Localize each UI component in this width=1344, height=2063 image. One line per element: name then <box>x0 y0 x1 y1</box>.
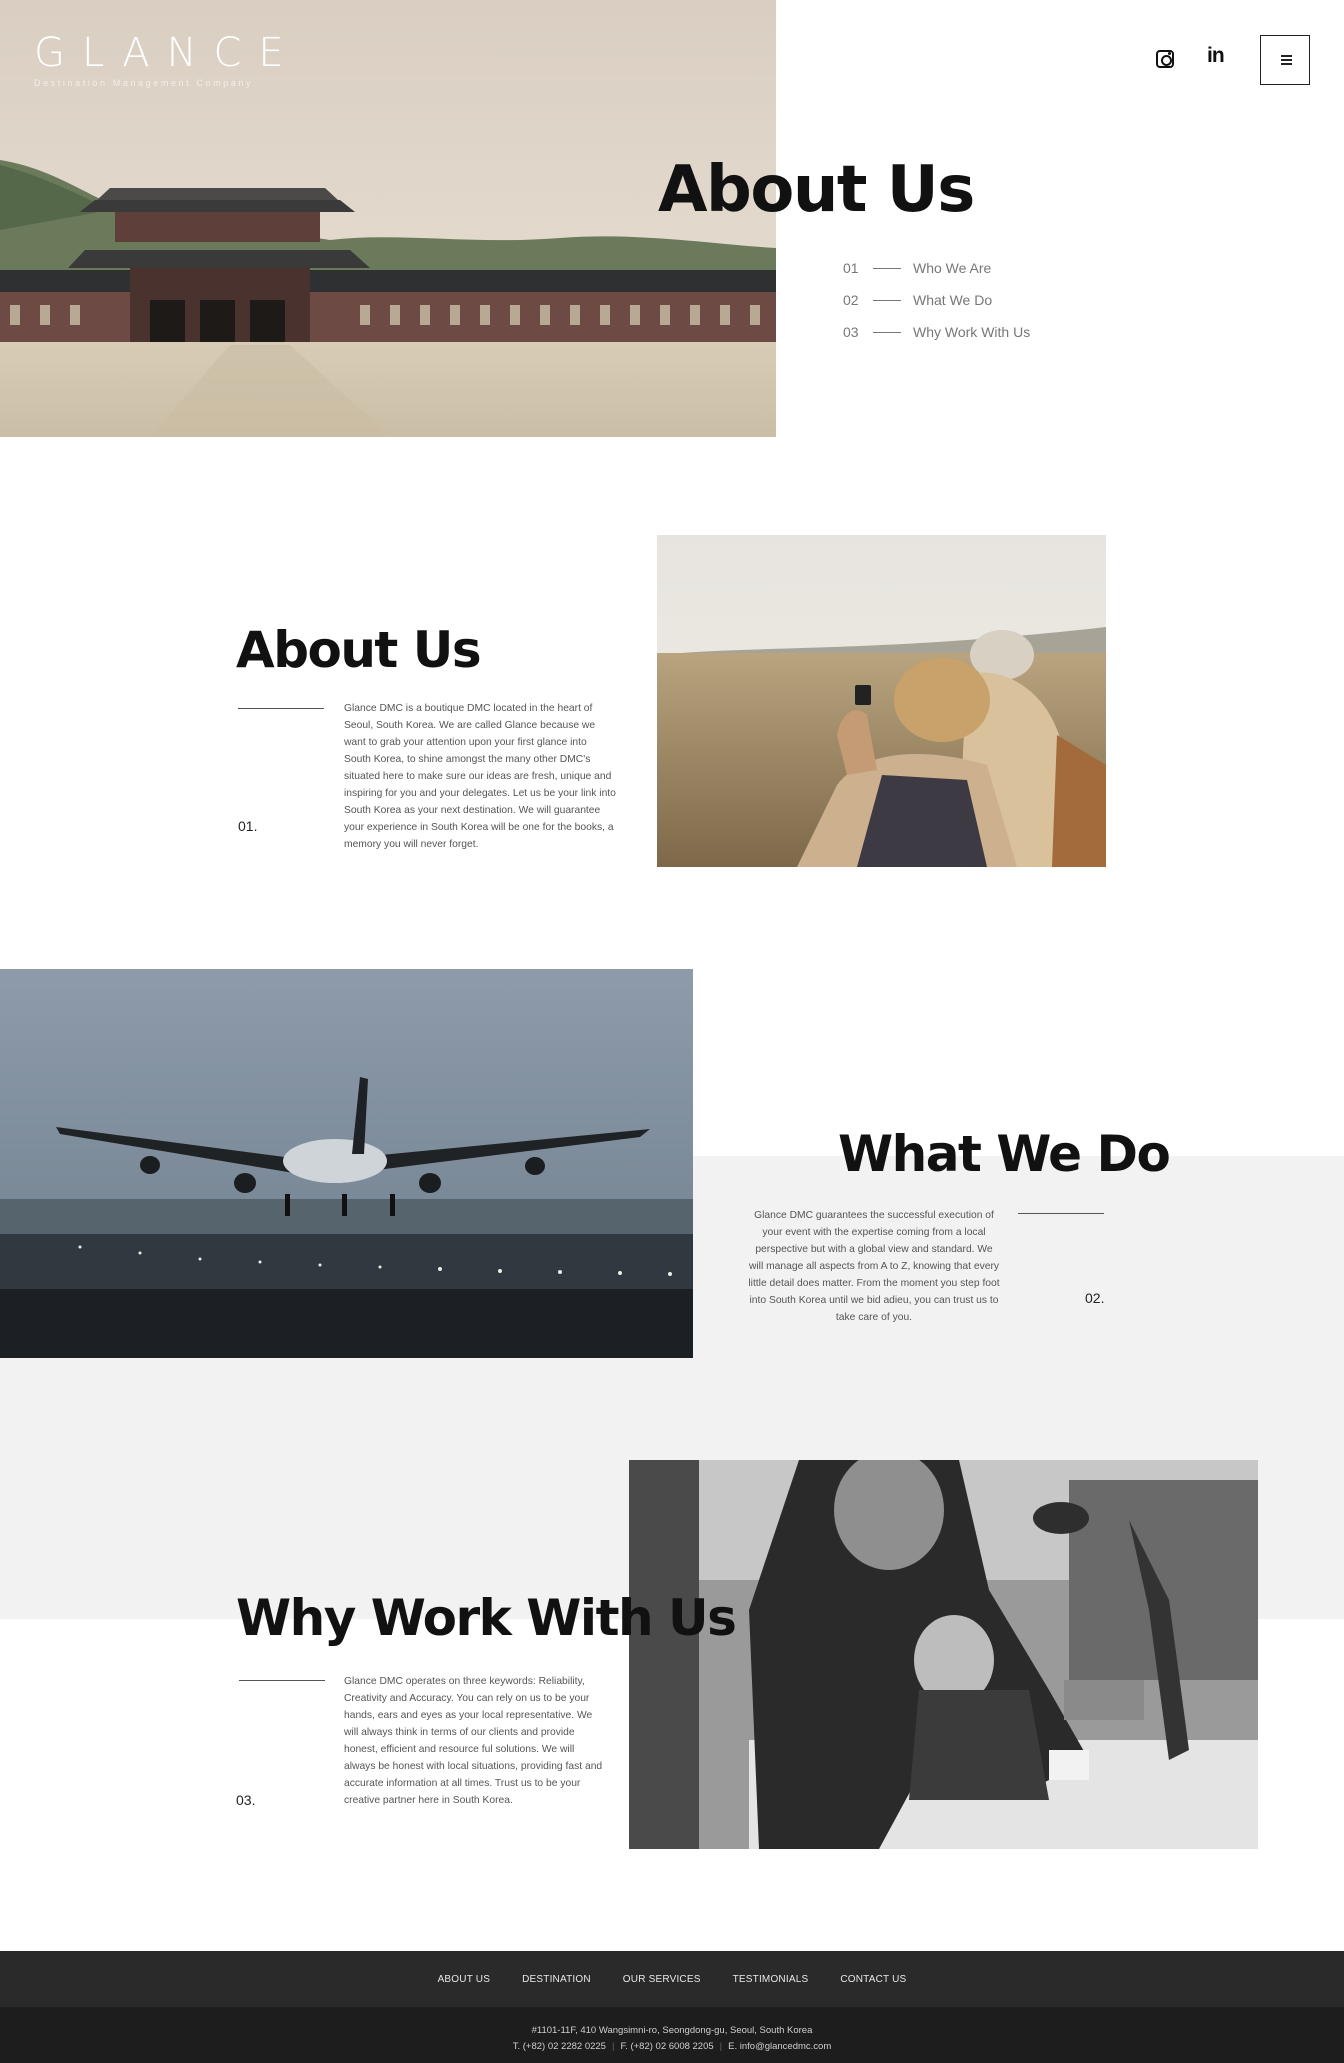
divider <box>238 708 324 709</box>
separator: | <box>611 2041 615 2052</box>
airplane-photo <box>0 969 693 1358</box>
separator: | <box>719 2041 723 2052</box>
what-we-do-text: Glance DMC guarantees the successful exe… <box>748 1210 1000 1323</box>
divider <box>1018 1213 1104 1214</box>
why-work-with-us-heading: Why Work With Us <box>236 1589 737 1647</box>
section-nav-item-who-we-are[interactable]: 01 Who We Are <box>843 252 1030 284</box>
footer-contact-info: #1101-11F, 410 Wangsimni-ro, Seongdong-g… <box>0 2007 1344 2063</box>
travelers-photo <box>657 535 1106 867</box>
section-nav-number: 01 <box>843 260 859 276</box>
why-work-with-us-text: Glance DMC operates on three keywords: R… <box>344 1676 603 1806</box>
page-title: About Us <box>658 153 975 227</box>
footer-email[interactable]: E. info@glancedmc.com <box>728 2041 831 2052</box>
what-we-do-heading: What We Do <box>838 1125 1171 1183</box>
nav-dash <box>873 331 901 333</box>
section-nav-label: Why Work With Us <box>913 324 1031 340</box>
footer-link-contact-us[interactable]: CONTACT US <box>840 1974 906 1985</box>
about-us-text: Glance DMC is a boutique DMC located in … <box>344 703 616 850</box>
logo-wordmark: GLANCE <box>34 30 301 76</box>
footer-fax: F. (+82) 02 6008 2205 <box>620 2041 714 2052</box>
footer-address: #1101-11F, 410 Wangsimni-ro, Seongdong-g… <box>531 2025 813 2036</box>
logo-tagline: Destination Management Company <box>34 78 254 88</box>
brand-logo[interactable]: GLANCE Destination Management Company <box>34 30 301 88</box>
footer-link-destination[interactable]: DESTINATION <box>522 1974 591 1985</box>
footer-nav: ABOUT US DESTINATION OUR SERVICES TESTIM… <box>0 1951 1344 2007</box>
section-nav-item-what-we-do[interactable]: 02 What We Do <box>843 284 1030 316</box>
nav-dash <box>873 267 901 269</box>
instagram-icon[interactable] <box>1156 50 1174 68</box>
section-nav: 01 Who We Are 02 What We Do 03 Why Work … <box>843 252 1030 348</box>
footer-link-testimonials[interactable]: TESTIMONIALS <box>733 1974 809 1985</box>
linkedin-icon[interactable]: in <box>1207 44 1225 68</box>
hamburger-menu-icon[interactable] <box>1260 35 1310 85</box>
divider <box>239 1680 325 1681</box>
section-index: 02. <box>1085 1290 1105 1306</box>
footer-link-our-services[interactable]: OUR SERVICES <box>623 1974 701 1985</box>
office-meeting-photo <box>629 1460 1258 1849</box>
footer-link-about-us[interactable]: ABOUT US <box>438 1974 491 1985</box>
section-index: 03. <box>236 1792 256 1808</box>
section-nav-number: 02 <box>843 292 859 308</box>
section-nav-number: 03 <box>843 324 859 340</box>
section-nav-label: Who We Are <box>913 260 992 276</box>
section-nav-item-why-work-with-us[interactable]: 03 Why Work With Us <box>843 316 1030 348</box>
nav-dash <box>873 299 901 301</box>
about-us-heading: About Us <box>236 621 482 679</box>
section-index: 01. <box>238 818 258 834</box>
section-nav-label: What We Do <box>913 292 993 308</box>
footer-tel: T. (+82) 02 2282 0225 <box>512 2041 606 2052</box>
